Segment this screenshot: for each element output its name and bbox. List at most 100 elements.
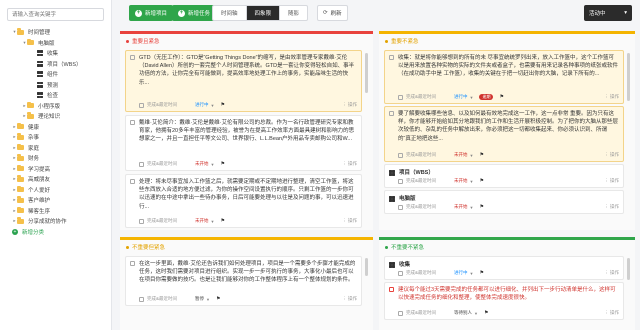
flag-icon[interactable]: ⚑ [479, 270, 483, 276]
task-date[interactable]: 完成&最近时间 [147, 102, 177, 108]
status-select[interactable]: 活动中 ▾ [584, 5, 632, 21]
tree-node[interactable]: ▾ 电脑版 [0, 38, 112, 49]
tree-node[interactable]: ▸ 财务 [0, 153, 112, 164]
caret-down-icon[interactable]: ▼ [470, 95, 474, 100]
tree-node[interactable]: ▸ 稀客生序 [0, 206, 112, 217]
operations-menu[interactable]: ⋮ 操作 [342, 218, 357, 224]
caret-down-icon[interactable]: ▼ [211, 103, 215, 108]
operations-menu[interactable]: ⋮ 操作 [342, 161, 357, 167]
flag-icon[interactable]: ⚑ [220, 218, 224, 224]
scrollbar[interactable] [365, 53, 368, 93]
task-checkbox[interactable] [389, 287, 394, 292]
task-status[interactable]: 未开始 [195, 161, 209, 167]
task-card[interactable]: 电脑版 完成&最近时间 未开始 ▼ ⚑ ⋮ 操作 [384, 190, 624, 214]
task-card[interactable]: 建议每个能过3天需要完成的任务都可以进行细化、并列出下一步行动清单是什么，这样可… [384, 282, 624, 320]
scrollbar[interactable] [627, 258, 630, 280]
operations-menu[interactable]: ⋮ 操作 [604, 270, 619, 276]
caret-down-icon[interactable]: ▼ [211, 219, 215, 224]
tree-node[interactable]: ▸ 个人爱好 [0, 185, 112, 196]
operations-menu[interactable]: ⋮ 操作 [604, 178, 619, 184]
caret-down-icon[interactable]: ▼ [211, 162, 215, 167]
refresh-button[interactable]: ⟳ 刷新 [317, 5, 348, 21]
task-status[interactable]: 进行中 [454, 94, 468, 100]
tree-node[interactable]: 预测 [0, 80, 112, 91]
caret-down-icon[interactable]: ▼ [470, 153, 474, 158]
tree-node[interactable]: 项目（WBS） [0, 59, 112, 70]
caret-down-icon[interactable]: ▼ [470, 205, 474, 210]
scrollbar[interactable] [365, 258, 368, 276]
folder-icon [17, 164, 24, 172]
task-checkbox[interactable] [130, 179, 135, 184]
task-status[interactable]: 等待别人 [454, 310, 472, 316]
task-status[interactable]: 未开始 [454, 204, 468, 210]
tree-node[interactable]: ▸ 杂事 [0, 132, 112, 143]
task-status[interactable]: 未开始 [454, 178, 468, 184]
task-date[interactable]: 完成&最近时间 [406, 152, 436, 158]
tree-node[interactable]: ▸ 家庭 [0, 143, 112, 154]
tree-node[interactable]: 组件 [0, 69, 112, 80]
task-date[interactable]: 完成&最近时间 [406, 204, 436, 210]
view-quadrant-tab[interactable]: 四象限 [246, 6, 281, 20]
task-date[interactable]: 完成&最近时间 [406, 270, 436, 276]
task-checkbox[interactable] [389, 55, 394, 60]
task-card[interactable]: 戴维·艾伦简介：戴维·艾伦是戴维·艾伦有限公司的总裁。作为一名行政管理研究专家和… [125, 115, 362, 171]
task-date[interactable]: 完成&最近时间 [147, 218, 177, 224]
caret-down-icon[interactable]: ▼ [470, 271, 474, 276]
operations-menu[interactable]: ⋮ 操作 [342, 102, 357, 108]
tree-node[interactable]: 收集 [0, 48, 112, 59]
add-category-button[interactable]: + 新增分类 [0, 227, 112, 238]
task-date[interactable]: 完成&最近时间 [147, 161, 177, 167]
task-card[interactable]: GTD（无压工作）：GTD是“Getting Things Done”的缩写，是… [125, 50, 362, 112]
task-checkbox[interactable] [130, 55, 135, 60]
flag-icon[interactable]: ⚑ [220, 161, 224, 167]
tree-node[interactable]: ▸ 小程序版 [0, 101, 112, 112]
task-card[interactable]: 在这一步里面，戴维·艾伦还告诉我们如何处理项目，项目是一个需要多个步骤才能完成的… [125, 256, 362, 306]
operations-menu[interactable]: ⋮ 操作 [342, 296, 357, 302]
task-status[interactable]: 进行中 [195, 102, 209, 108]
operations-menu[interactable]: ⋮ 操作 [604, 310, 619, 316]
add-project-button[interactable]: + 新增项目 [129, 5, 174, 21]
task-status[interactable]: 未开始 [195, 218, 209, 224]
flag-icon[interactable]: ⚑ [479, 204, 483, 210]
flag-icon[interactable]: ⚑ [499, 94, 503, 100]
task-date[interactable]: 完成&最近时间 [406, 178, 436, 184]
tree-node[interactable]: ▾ 时间管理 [0, 27, 112, 38]
flag-icon[interactable]: ⚑ [220, 102, 224, 108]
task-checkbox[interactable] [130, 120, 135, 125]
caret-down-icon[interactable]: ▼ [206, 297, 210, 302]
task-card[interactable]: 要了解要收集哪些信息、以及如何最有效地完成这一工作，这一点非常 重要。因为只有这… [384, 106, 624, 162]
flag-icon[interactable]: ⚑ [216, 296, 220, 302]
tree-node[interactable]: ▸ 分享成就的协作 [0, 216, 112, 227]
search-input[interactable] [7, 8, 104, 21]
task-date[interactable]: 完成&最近时间 [147, 296, 177, 302]
caret-down-icon[interactable]: ▼ [474, 311, 478, 316]
view-other-tab[interactable]: 随影 [280, 6, 307, 20]
flag-icon[interactable]: ⚑ [484, 310, 488, 316]
operations-menu[interactable]: ⋮ 操作 [604, 94, 619, 100]
task-checkbox[interactable] [389, 111, 394, 116]
task-card[interactable]: 收集 完成&最近时间 进行中 ▼ ⚑ ⋮ 操作 [384, 256, 624, 280]
view-timeline-tab[interactable]: 时间轴 [213, 6, 247, 20]
tree-node[interactable]: ▸ 客户维护 [0, 195, 112, 206]
operations-menu[interactable]: ⋮ 操作 [604, 204, 619, 210]
task-date[interactable]: 完成&最近时间 [406, 310, 436, 316]
scrollbar[interactable] [627, 53, 630, 101]
task-date[interactable]: 完成&最近时间 [406, 94, 436, 100]
task-status[interactable]: 进行中 [454, 270, 468, 276]
tree-node[interactable]: ▸ 学习提高 [0, 164, 112, 175]
add-task-button[interactable]: + 新增任务 [172, 5, 217, 21]
task-status[interactable]: 未开始 [454, 152, 468, 158]
operations-menu[interactable]: ⋮ 操作 [604, 152, 619, 158]
task-card[interactable]: 收集：就是将你能够想到的所有的未 尽事宜统统罗列出来，放入工作篮中，这个工作篮可… [384, 50, 624, 104]
tree-node[interactable]: ▸ 理论知识 [0, 111, 112, 122]
task-checkbox[interactable] [130, 261, 135, 266]
tree-node[interactable]: ▸ 健康 [0, 122, 112, 133]
tree-node[interactable]: 检查 [0, 90, 112, 101]
caret-down-icon[interactable]: ▼ [470, 179, 474, 184]
flag-icon[interactable]: ⚑ [479, 152, 483, 158]
flag-icon[interactable]: ⚑ [479, 178, 483, 184]
task-card[interactable]: 项目（WBS） 完成&最近时间 未开始 ▼ ⚑ ⋮ 操作 [384, 164, 624, 188]
tree-node[interactable]: ▸ 高威朋友 [0, 174, 112, 185]
task-status[interactable]: 暂停 [195, 296, 204, 302]
task-card[interactable]: 处理：将未尽事宜加入工作篮之后，就需要定期或不定期地进行整理，清空工作篮，将这些… [125, 174, 362, 228]
